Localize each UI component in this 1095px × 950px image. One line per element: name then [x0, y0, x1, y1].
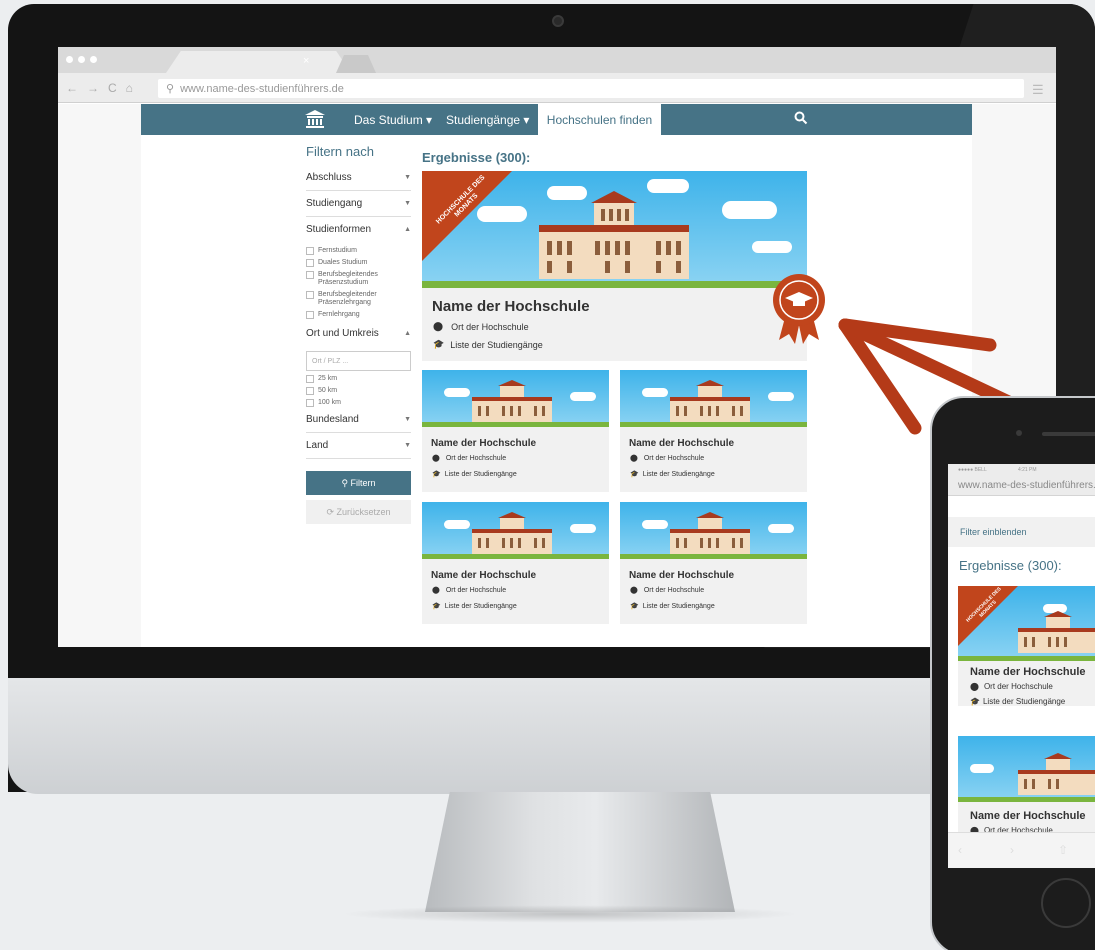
map-pin-icon: ⬤	[970, 682, 979, 691]
phone-camera-icon	[1016, 430, 1022, 436]
phone-address-bar[interactable]: www.name-des-studienführers.de	[948, 476, 1095, 496]
phone-screen: ●●●●● BELL 4:21 PM www.name-des-studienf…	[948, 464, 1095, 868]
graduation-cap-icon: 🎓	[970, 697, 980, 706]
filter-einblenden-button[interactable]: Filter einblenden	[948, 517, 1095, 547]
forward-icon[interactable]: ›	[1010, 843, 1014, 857]
phone-browser-toolbar: ‹ › ⇧	[948, 832, 1095, 868]
phone-featured-card[interactable]: HOCHSCHULE DES MONATS Name der Hochschul…	[958, 586, 1095, 706]
home-button[interactable]	[1041, 878, 1091, 928]
phone-results-title: Ergebnisse (300):	[959, 558, 1062, 573]
back-icon[interactable]: ‹	[958, 843, 962, 857]
phone-result-card[interactable]: Name der Hochschule ⬤ Ort der Hochschule	[958, 736, 1095, 835]
share-icon[interactable]: ⇧	[1058, 843, 1068, 857]
phone-status-bar: ●●●●● BELL 4:21 PM	[948, 464, 1095, 476]
